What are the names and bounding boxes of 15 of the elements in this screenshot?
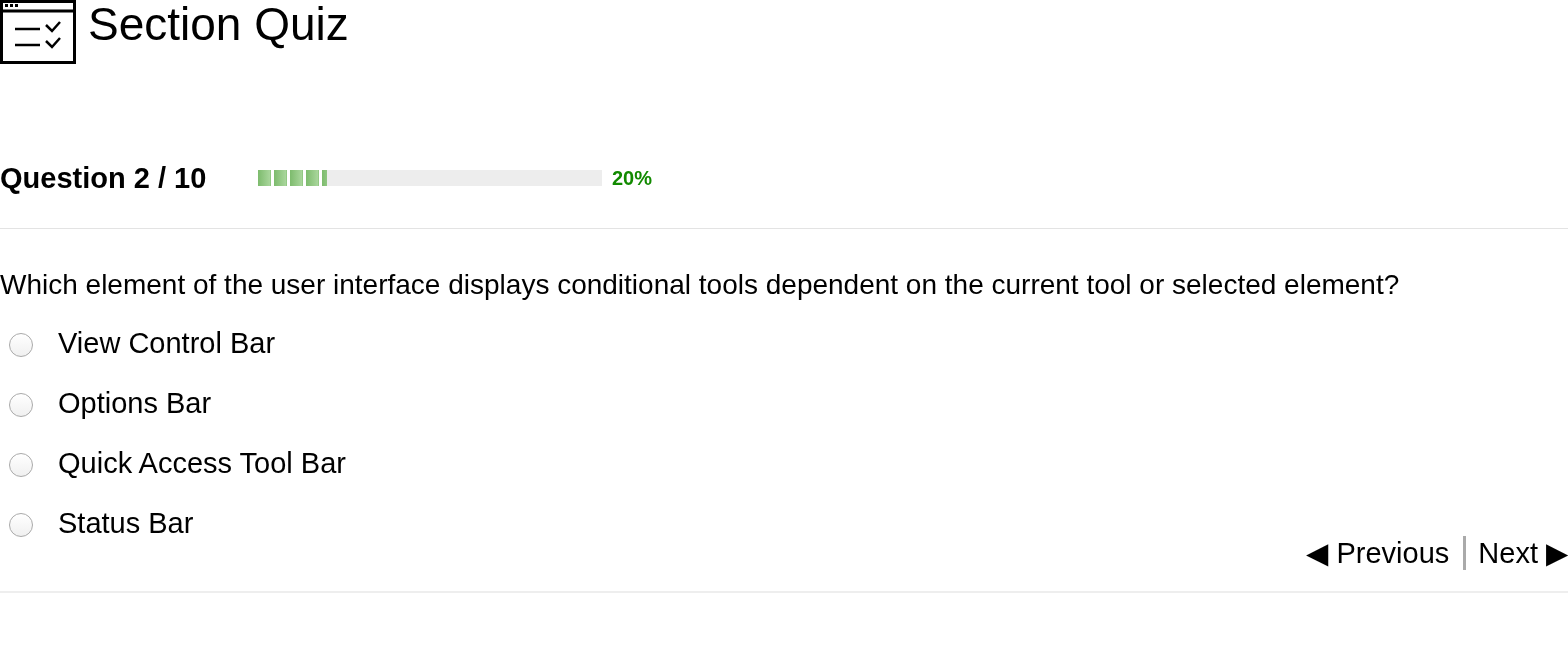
option-label[interactable]: Status Bar (58, 506, 194, 540)
question-counter: Question 2 / 10 (0, 161, 208, 195)
progress-percent: 20% (612, 166, 653, 190)
next-link[interactable]: Next ▶ (1478, 536, 1568, 570)
previous-link[interactable]: ◀ Previous (1306, 536, 1450, 570)
page-title: Section Quiz (88, 1, 349, 47)
radio-button[interactable] (9, 453, 33, 477)
radio-button[interactable] (9, 333, 33, 357)
option-label[interactable]: Quick Access Tool Bar (58, 446, 346, 480)
question-text: Which element of the user interface displays conditional tools dependent on the current tool or selected element? (0, 268, 1401, 302)
radio-button[interactable] (9, 513, 33, 537)
option-label[interactable]: Options Bar (58, 386, 212, 420)
radio-button[interactable] (9, 393, 33, 417)
quiz-checklist-icon (0, 0, 76, 64)
option-label[interactable]: View Control Bar (58, 326, 276, 360)
